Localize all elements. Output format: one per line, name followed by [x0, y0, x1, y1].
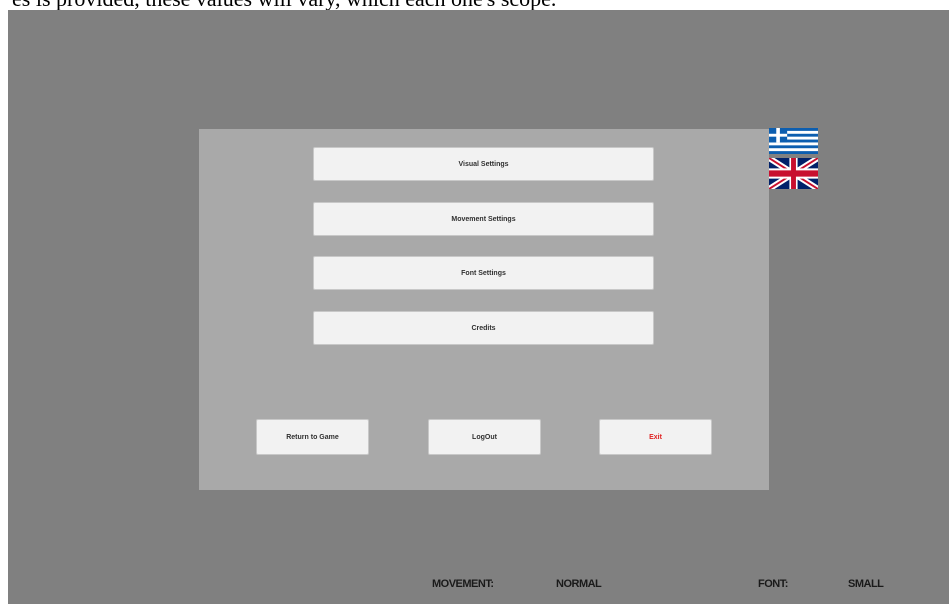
exit-label: Exit [649, 433, 662, 441]
font-status-label: FONT: [758, 578, 788, 590]
font-settings-label: Font Settings [461, 269, 506, 277]
exit-button[interactable]: Exit [599, 419, 712, 455]
movement-settings-button[interactable]: Movement Settings [313, 202, 654, 236]
movement-status-label: MOVEMENT: [432, 578, 494, 590]
game-screen: es is provided, these values will vary, … [0, 0, 949, 604]
game-viewport: Visual Settings Movement Settings Font S… [8, 10, 949, 604]
font-settings-button[interactable]: Font Settings [313, 256, 654, 290]
font-status-value: SMALL [848, 578, 884, 590]
logout-button[interactable]: LogOut [428, 419, 541, 455]
movement-status-value: NORMAL [556, 578, 602, 590]
credits-label: Credits [471, 324, 496, 332]
visual-settings-label: Visual Settings [458, 160, 509, 168]
greek-flag-icon[interactable] [769, 128, 818, 154]
uk-flag-icon[interactable] [769, 158, 818, 189]
visual-settings-button[interactable]: Visual Settings [313, 147, 654, 181]
credits-button[interactable]: Credits [313, 311, 654, 345]
settings-menu-panel: Visual Settings Movement Settings Font S… [199, 129, 769, 490]
logout-label: LogOut [472, 433, 497, 441]
return-to-game-label: Return to Game [286, 433, 339, 441]
movement-settings-label: Movement Settings [451, 215, 516, 223]
return-to-game-button[interactable]: Return to Game [256, 419, 369, 455]
